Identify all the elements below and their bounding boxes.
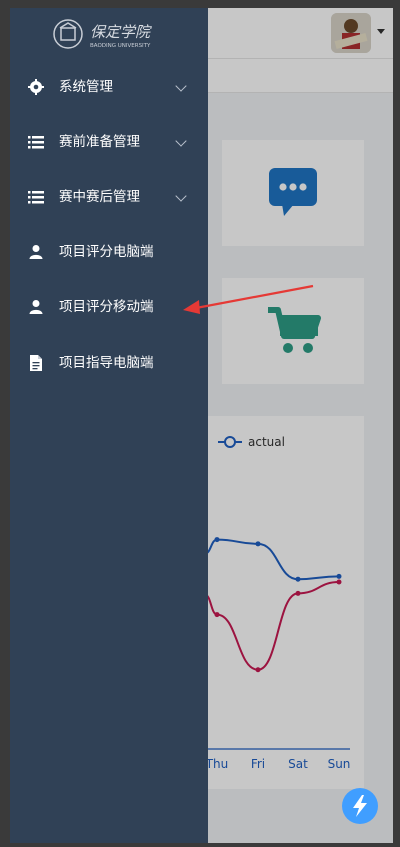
sidebar-item-label: 赛中赛后管理: [59, 189, 140, 205]
list-icon: [28, 191, 44, 204]
list-icon: [28, 136, 44, 149]
svg-text:BAODING UNIVERSITY: BAODING UNIVERSITY: [90, 43, 151, 49]
sidebar-item-in-match[interactable]: 赛中赛后管理: [10, 170, 208, 225]
sidebar-item-label: 系统管理: [59, 79, 113, 95]
app-window: actual ThuFriSatSun es 保定学院 BAODING UNIV…: [10, 8, 393, 843]
chevron-down-icon: [175, 80, 187, 92]
school-logo: 保定学院 BAODING UNIVERSITY: [52, 14, 162, 54]
lightning-icon: [353, 795, 367, 817]
sidebar-item-pre-match[interactable]: 赛前准备管理: [10, 115, 208, 170]
chevron-down-icon: [175, 135, 187, 147]
user-icon: [29, 245, 43, 259]
lightning-button[interactable]: [342, 788, 378, 824]
chevron-down-icon: [175, 190, 187, 202]
sidebar-item-scoring-mobile[interactable]: 项目评分移动端: [10, 280, 208, 335]
document-icon: [30, 355, 42, 371]
sidebar-item-system[interactable]: 系统管理: [10, 60, 208, 115]
sidebar: 保定学院 BAODING UNIVERSITY 系统管理 赛前准备管理 赛中赛后…: [10, 8, 208, 843]
gear-icon: [28, 79, 44, 95]
sidebar-item-scoring-pc[interactable]: 项目评分电脑端: [10, 225, 208, 280]
sidebar-item-label: 项目指导电脑端: [59, 355, 154, 371]
svg-text:保定学院: 保定学院: [90, 23, 152, 41]
sidebar-item-label: 赛前准备管理: [59, 134, 140, 150]
sidebar-item-label: 项目评分电脑端: [59, 244, 154, 260]
user-icon: [29, 300, 43, 314]
sidebar-item-label: 项目评分移动端: [59, 299, 154, 315]
sidebar-item-guidance-pc[interactable]: 项目指导电脑端: [10, 336, 208, 391]
